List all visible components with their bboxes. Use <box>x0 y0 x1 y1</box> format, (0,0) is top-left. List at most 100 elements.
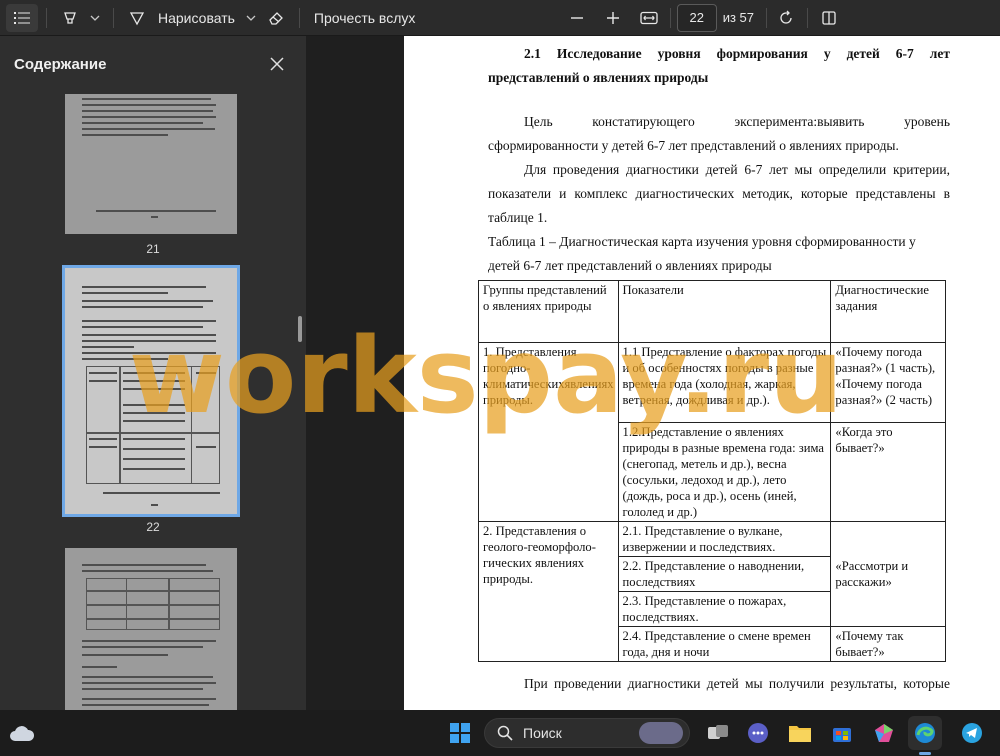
taskbar: Поиск <box>0 710 1000 756</box>
taskbar-search[interactable]: Поиск <box>484 718 690 748</box>
zoom-in-button[interactable] <box>598 4 628 32</box>
table-cell: 1.2.Представление о явлениях природы в р… <box>617 422 832 522</box>
active-app-indicator <box>919 752 931 755</box>
paragraph-line: Цель констатирующего эксперимента:выявит… <box>524 114 950 129</box>
highlighter-icon <box>64 11 76 24</box>
search-icon <box>497 725 513 741</box>
draw-button[interactable]: Нарисовать <box>152 4 241 32</box>
heading-line: представлений о явлениях природы <box>488 70 709 85</box>
contents-panel: Содержание 21 22 <box>0 36 306 710</box>
table-cell: 2.1. Представление о вулкане, извержении… <box>617 521 832 557</box>
pen-icon <box>129 11 145 25</box>
page-thumbnail-21[interactable] <box>65 94 237 234</box>
start-button[interactable] <box>446 719 474 747</box>
paragraph-line: таблице 1. <box>488 210 548 225</box>
page-thumbnail-22[interactable] <box>62 265 240 517</box>
paragraph: Цель констатирующего эксперимента:выявит… <box>488 110 950 158</box>
store-button[interactable] <box>828 719 856 747</box>
plus-icon <box>606 11 619 24</box>
table-cell: 1. Представления погодно-климатическихяв… <box>478 342 619 522</box>
table-row: 2. Представления о геолого-геоморфоло-ги… <box>478 521 946 662</box>
draw-icon-button[interactable] <box>122 4 152 32</box>
table-cell: 2.4. Представление о смене времен года, … <box>617 626 832 662</box>
folder-icon <box>789 726 811 742</box>
fit-width-button[interactable] <box>634 4 664 32</box>
highlight-button[interactable] <box>55 4 85 32</box>
table-cell: «Рассмотри и расскажи» <box>830 521 946 627</box>
close-icon <box>270 57 284 71</box>
close-panel-button[interactable] <box>264 51 290 77</box>
draw-options-button[interactable] <box>241 4 261 32</box>
store-icon <box>833 728 851 742</box>
rotate-icon <box>780 10 792 24</box>
edge-browser-button[interactable] <box>908 716 942 750</box>
table-cell: 2.3. Представление о пожарах, последстви… <box>617 591 832 627</box>
file-explorer-button[interactable] <box>786 719 814 747</box>
panel-scrollbar[interactable] <box>298 316 302 342</box>
zoom-out-button[interactable] <box>562 4 592 32</box>
page-number-input[interactable] <box>676 3 717 32</box>
toolbar-divider <box>46 7 47 28</box>
chat-app-button[interactable] <box>744 719 772 747</box>
toolbar-divider <box>766 7 767 28</box>
two-page-icon <box>822 10 836 25</box>
table-cell: 2. Представления о геолого-геоморфоло-ги… <box>478 521 619 662</box>
table-cell: «Почему так бывает?» <box>830 626 946 662</box>
task-view-button[interactable] <box>704 719 732 747</box>
paragraph-line: сформированности у детей 6-7 лет предста… <box>488 138 899 153</box>
contents-title: Содержание <box>14 55 107 73</box>
page-view-button[interactable] <box>814 4 844 32</box>
table-header-cell: Группы представлений о явлениях природы <box>478 280 619 343</box>
photos-app-button[interactable] <box>870 719 898 747</box>
diagnostic-table: Группы представлений о явлениях природы … <box>478 280 946 662</box>
chevron-down-icon <box>90 15 100 21</box>
section-heading: 2.1 Исследование уровня формирования у д… <box>488 42 950 90</box>
caption-line: Таблица 1 – Диагностическая карта изучен… <box>488 234 916 249</box>
minus-icon <box>570 16 583 19</box>
read-aloud-button[interactable]: Прочесть вслух <box>308 4 421 32</box>
search-highlight-icon <box>639 722 683 744</box>
toolbar-divider <box>669 7 671 28</box>
table-caption: Таблица 1 – Диагностическая карта изучен… <box>488 230 928 278</box>
fit-width-icon <box>640 11 658 24</box>
page-thumbnail-23[interactable] <box>65 548 237 710</box>
eraser-icon <box>269 11 283 25</box>
paragraph: При проведении диагностики детей мы полу… <box>488 672 950 696</box>
caption-line: детей 6-7 лет представлений о явлениях п… <box>488 258 772 273</box>
paragraph: Для проведения диагностики детей 6-7 лет… <box>488 158 950 230</box>
erase-button[interactable] <box>261 4 291 32</box>
table-row: 1. Представления погодно-климатическихяв… <box>478 342 946 522</box>
table-cell: «Когда это бывает?» <box>830 422 946 522</box>
toolbar-divider <box>298 7 300 28</box>
table-cell: «Почему погода разная?» (1 часть), «Поче… <box>830 342 946 423</box>
toolbar-divider <box>113 7 114 28</box>
rotate-button[interactable] <box>771 4 801 32</box>
paragraph-line: При проведении диагностики детей мы полу… <box>524 676 950 691</box>
photos-icon <box>875 724 893 742</box>
telegram-icon <box>962 723 982 743</box>
chevron-down-icon <box>246 15 256 21</box>
heading-line: 2.1 Исследование уровня формирования у д… <box>524 46 950 61</box>
table-cell: 2.2. Представление о наводнении, последс… <box>617 556 832 592</box>
table-header-cell: Диагностические задания <box>830 280 946 343</box>
thumbnail-page-number: 22 <box>146 520 160 534</box>
document-page: 2.1 Исследование уровня формирования у д… <box>404 36 1000 710</box>
contents-header: Содержание <box>0 36 306 92</box>
paragraph-line: Для проведения диагностики детей 6-7 лет… <box>524 162 950 177</box>
page-total: из 57 <box>722 10 754 25</box>
table-cell: 1.1 Представление о факторах погоды и об… <box>617 342 832 423</box>
toolbar: Нарисовать Прочесть вслух из 57 <box>0 0 1000 36</box>
list-icon <box>14 11 30 24</box>
table-header-row: Группы представлений о явлениях природы … <box>478 280 946 343</box>
task-view-icon <box>708 725 728 739</box>
telegram-button[interactable] <box>958 719 986 747</box>
edge-icon <box>915 723 935 743</box>
thumbnail-page-number: 21 <box>146 242 160 256</box>
highlight-options-button[interactable] <box>85 4 105 32</box>
weather-widget[interactable] <box>8 719 36 747</box>
table-of-contents-button[interactable] <box>6 3 38 32</box>
chat-icon <box>748 723 768 743</box>
toolbar-divider <box>807 7 808 28</box>
windows-icon <box>450 723 470 743</box>
paragraph-line: показатели и комплекс диагностических ме… <box>488 186 950 201</box>
